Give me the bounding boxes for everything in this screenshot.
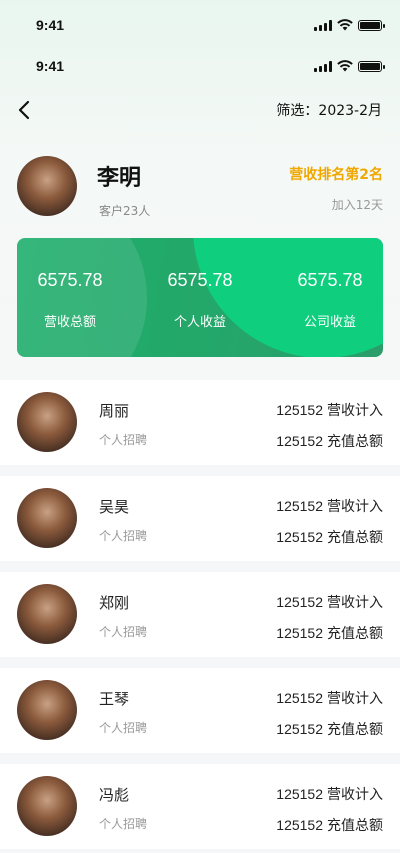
member-name: 周丽 — [99, 402, 130, 420]
stat-personal-income: 6575.78 个人收益 — [140, 270, 260, 330]
member-tag: 个人招聘 — [99, 817, 148, 831]
signal-icon — [314, 60, 332, 72]
revenue-metric: 125152 营收计入 — [276, 402, 383, 419]
battery-icon — [358, 60, 385, 72]
recharge-metric: 125152 充值总额 — [276, 817, 383, 834]
joined-days: 加入12天 — [331, 198, 383, 212]
avatar — [17, 156, 77, 216]
profile-header: 李明 客户23人 营收排名第2名 加入12天 — [17, 156, 383, 218]
profile-name: 李明 — [97, 166, 142, 191]
member-name: 郑刚 — [99, 594, 130, 612]
date-filter[interactable]: 筛选：2023-2月 — [276, 100, 382, 120]
list-item[interactable]: 周丽 个人招聘 125152 营收计入 125152 充值总额 — [0, 380, 400, 465]
wifi-icon — [337, 19, 353, 31]
back-button[interactable] — [18, 98, 38, 122]
avatar — [17, 488, 77, 548]
client-count: 客户23人 — [99, 204, 151, 218]
revenue-metric: 125152 营收计入 — [276, 786, 383, 803]
wifi-icon — [337, 60, 353, 72]
member-name: 冯彪 — [99, 786, 130, 804]
list-item[interactable]: 郑刚 个人招聘 125152 营收计入 125152 充值总额 — [0, 572, 400, 657]
stat-label: 个人收益 — [173, 315, 226, 330]
status-icons — [314, 60, 385, 72]
avatar — [17, 680, 77, 740]
status-icons — [314, 19, 385, 31]
list-item[interactable]: 王琴 个人招聘 125152 营收计入 125152 充值总额 — [0, 668, 400, 753]
avatar — [17, 584, 77, 644]
revenue-summary-card: 6575.78 营收总额 6575.78 个人收益 6575.78 公司收益 — [17, 238, 383, 357]
revenue-metric: 125152 营收计入 — [276, 690, 383, 707]
stat-value: 6575.78 — [37, 270, 103, 290]
status-bar: 9:41 — [0, 14, 400, 36]
signal-icon — [314, 19, 332, 31]
list-item[interactable]: 吴昊 个人招聘 125152 营收计入 125152 充值总额 — [0, 476, 400, 561]
status-bar-secondary: 9:41 — [0, 55, 400, 77]
member-name: 吴昊 — [99, 498, 130, 516]
stat-label: 营收总额 — [43, 315, 96, 330]
recharge-metric: 125152 充值总额 — [276, 721, 383, 738]
stat-value: 6575.78 — [167, 270, 233, 290]
member-tag: 个人招聘 — [99, 625, 148, 639]
list-item[interactable]: 冯彪 个人招聘 125152 营收计入 125152 充值总额 — [0, 764, 400, 849]
avatar — [17, 776, 77, 836]
status-time: 9:41 — [36, 58, 65, 74]
chevron-left-icon — [18, 100, 30, 120]
status-time: 9:41 — [36, 17, 65, 33]
battery-icon — [358, 19, 385, 31]
stat-value: 6575.78 — [297, 270, 363, 290]
nav-bar: 筛选：2023-2月 — [0, 96, 400, 124]
member-name: 王琴 — [99, 690, 130, 708]
avatar — [17, 392, 77, 452]
recharge-metric: 125152 充值总额 — [276, 529, 383, 546]
member-tag: 个人招聘 — [99, 721, 148, 735]
revenue-metric: 125152 营收计入 — [276, 498, 383, 515]
stat-total-revenue: 6575.78 营收总额 — [17, 270, 130, 330]
stat-company-income: 6575.78 公司收益 — [270, 270, 383, 330]
revenue-metric: 125152 营收计入 — [276, 594, 383, 611]
member-tag: 个人招聘 — [99, 433, 148, 447]
rank-badge: 营收排名第2名 — [289, 167, 383, 183]
recharge-metric: 125152 充值总额 — [276, 625, 383, 642]
stat-label: 公司收益 — [303, 315, 356, 330]
recharge-metric: 125152 充值总额 — [276, 433, 383, 450]
member-tag: 个人招聘 — [99, 529, 148, 543]
